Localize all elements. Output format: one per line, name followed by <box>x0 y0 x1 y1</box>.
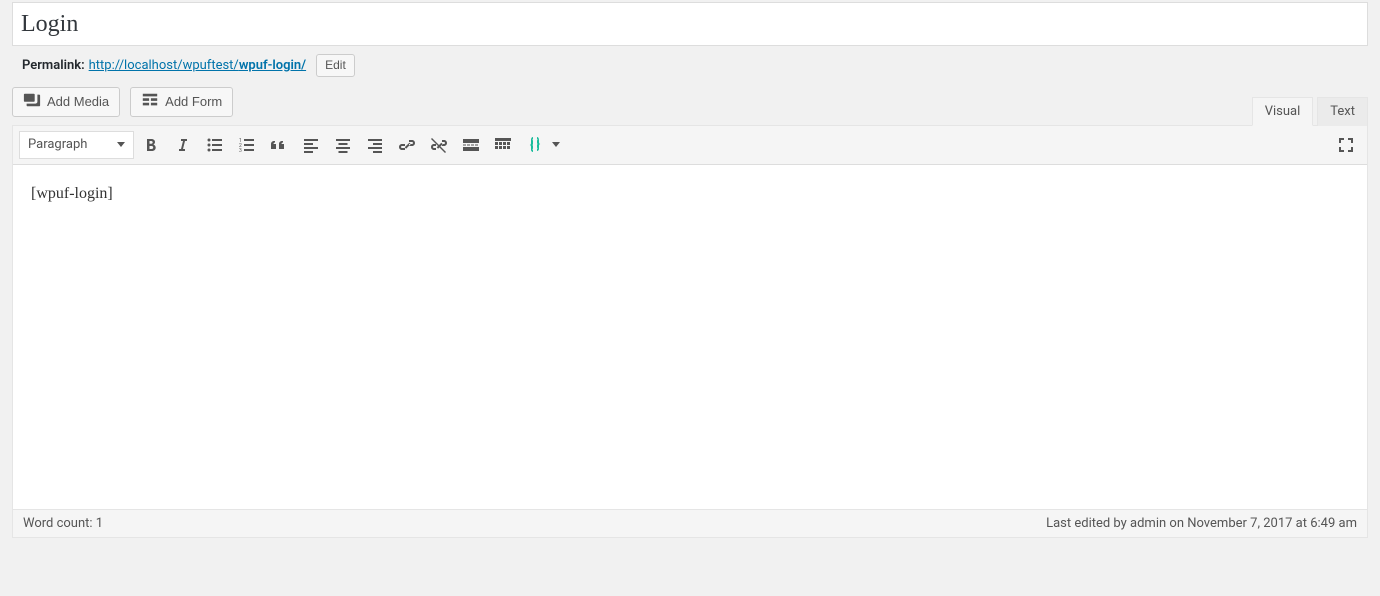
post-title-text: Login <box>21 12 78 36</box>
chevron-down-icon[interactable] <box>552 142 560 147</box>
editor-tabs: Visual Text <box>1252 97 1368 126</box>
last-edited: Last edited by admin on November 7, 2017… <box>1046 516 1357 531</box>
status-bar: Word count: 1 Last edited by admin on No… <box>13 510 1367 537</box>
blockquote-button[interactable] <box>264 130 294 160</box>
add-media-label: Add Media <box>47 94 109 109</box>
numbered-list-button[interactable]: 123 <box>232 130 262 160</box>
add-form-button[interactable]: Add Form <box>130 87 233 117</box>
permalink-link[interactable]: http://localhost/wpuftest/wpuf-login/ <box>89 58 306 73</box>
read-more-button[interactable] <box>456 130 486 160</box>
tab-text[interactable]: Text <box>1317 97 1368 126</box>
editor-toolbar: Paragraph 123 <box>13 126 1367 165</box>
align-center-button[interactable] <box>328 130 358 160</box>
align-right-button[interactable] <box>360 130 390 160</box>
bullet-list-button[interactable] <box>200 130 230 160</box>
toolbar-toggle-button[interactable] <box>488 130 518 160</box>
bold-button[interactable] <box>136 130 166 160</box>
format-select-label: Paragraph <box>28 137 87 152</box>
italic-button[interactable] <box>168 130 198 160</box>
editor-wrap: Paragraph 123 <box>12 125 1368 538</box>
editor-content-area[interactable]: [wpuf-login] <box>13 165 1367 510</box>
permalink-slug: wpuf-login/ <box>239 58 306 73</box>
align-left-button[interactable] <box>296 130 326 160</box>
edit-permalink-button[interactable]: Edit <box>316 54 355 77</box>
shortcode-button[interactable] <box>520 130 550 160</box>
format-select[interactable]: Paragraph <box>19 131 134 159</box>
media-icon <box>23 91 41 112</box>
permalink-label: Permalink: <box>22 58 85 73</box>
add-form-label: Add Form <box>165 94 222 109</box>
chevron-down-icon <box>117 142 125 147</box>
post-title-input[interactable]: Login <box>12 2 1368 46</box>
word-count: Word count: 1 <box>23 516 103 531</box>
permalink-row: Permalink: http://localhost/wpuftest/wpu… <box>12 52 1368 87</box>
svg-text:3: 3 <box>239 148 242 154</box>
editor-body-text: [wpuf-login] <box>31 185 1349 203</box>
unlink-button[interactable] <box>424 130 454 160</box>
media-row: Add Media Add Form Visual Text <box>12 87 1368 125</box>
fullscreen-button[interactable] <box>1331 130 1361 160</box>
form-icon <box>141 91 159 112</box>
tab-visual[interactable]: Visual <box>1252 97 1314 126</box>
add-media-button[interactable]: Add Media <box>12 87 120 117</box>
permalink-base: http://localhost/wpuftest/ <box>89 58 239 73</box>
link-button[interactable] <box>392 130 422 160</box>
